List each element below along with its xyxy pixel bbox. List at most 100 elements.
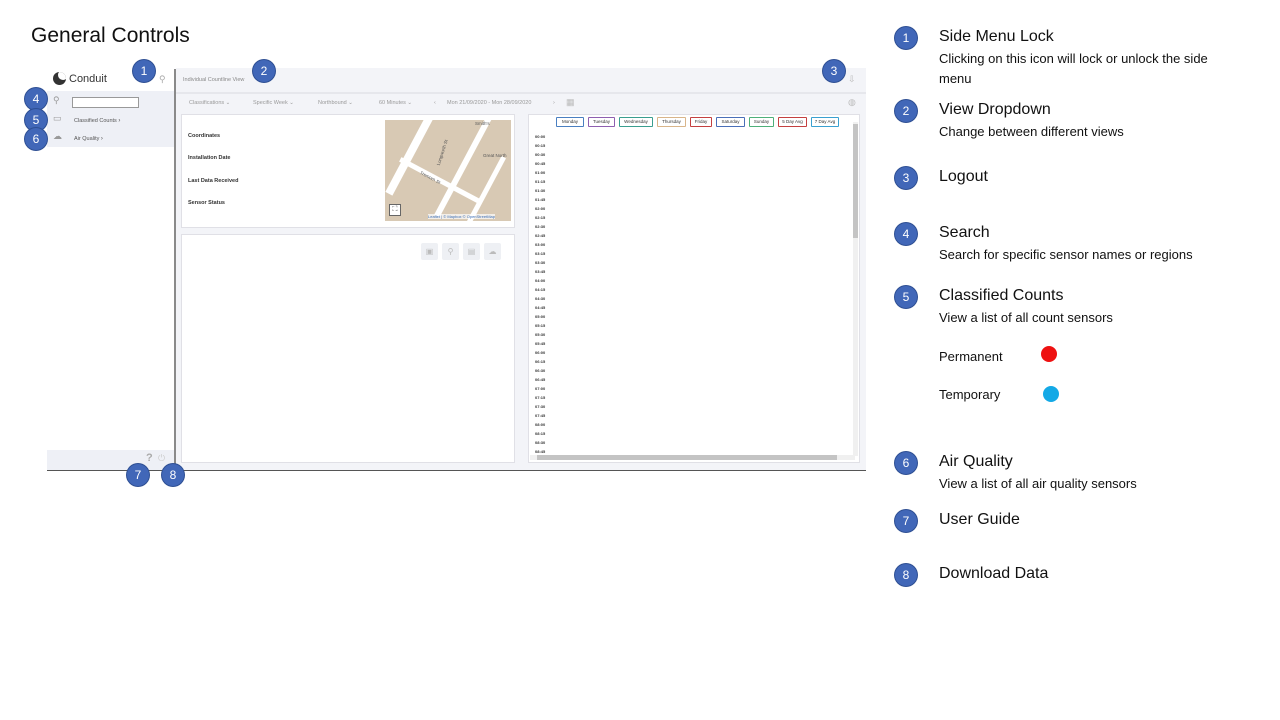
info-sensor-status: Sensor Status <box>188 200 225 206</box>
map-label: Smith's <box>475 121 490 126</box>
document-icon[interactable]: ▤ <box>463 243 480 260</box>
time-label: 07:30 <box>535 404 546 409</box>
map-label: Great North <box>483 153 507 158</box>
legend-badge-2: 2 <box>895 100 917 122</box>
filter-label: Specific Week <box>253 100 288 106</box>
sensor-map[interactable]: Longworth St Tremorn St Great North Smit… <box>385 120 511 221</box>
day-button-saturday[interactable]: Saturday <box>716 117 745 127</box>
time-label: 08:15 <box>535 431 546 436</box>
search-input[interactable] <box>72 97 139 108</box>
day-button-5-day-avg[interactable]: 5 Day Avg <box>778 117 807 127</box>
legend-title-5: Classified Counts <box>939 287 1064 304</box>
legend-title-3: Logout <box>939 168 988 185</box>
horizontal-scroll-thumb[interactable] <box>537 455 837 460</box>
time-label: 02:30 <box>535 224 546 229</box>
sidebar-item-classified-counts[interactable]: Classified Counts › <box>74 118 120 124</box>
date-next-icon[interactable]: › <box>553 100 555 106</box>
info-last-data: Last Data Received <box>188 178 239 184</box>
globe-icon[interactable]: ◍ <box>848 97 856 108</box>
legend-badge-5: 5 <box>895 286 917 308</box>
permanent-dot-icon <box>1041 346 1057 362</box>
cloud-icon: ☁ <box>53 131 62 141</box>
info-installation-date: Installation Date <box>188 155 231 161</box>
table-panel <box>528 114 860 463</box>
time-column: 00:00 00:15 00:30 00:45 01:00 01:15 01:30 01:45… <box>535 132 555 456</box>
topbar-divider <box>176 92 866 94</box>
callout-badge-1: 1 <box>133 60 155 82</box>
sidebar-item-air-quality[interactable]: Air Quality › <box>74 136 103 142</box>
sensor-type-temporary: Temporary <box>939 387 1001 402</box>
filter-classifications[interactable]: Classifications ⌄ <box>189 100 230 106</box>
time-label: 00:00 <box>535 134 546 139</box>
time-label: 03:30 <box>535 260 546 265</box>
time-label: 07:00 <box>535 386 546 391</box>
legend-title-1: Side Menu Lock <box>939 28 1054 45</box>
time-label: 05:30 <box>535 332 546 337</box>
legend-title-2: View Dropdown <box>939 101 1051 118</box>
sidebar-divider <box>174 69 176 470</box>
chevron-right-icon: › <box>118 118 121 124</box>
cloud-download-icon[interactable]: ☁ <box>484 243 501 260</box>
time-label: 05:45 <box>535 341 546 346</box>
search-icon: ⚲ <box>53 95 60 105</box>
day-button-sunday[interactable]: Sunday <box>749 117 774 127</box>
time-label: 04:30 <box>535 296 546 301</box>
time-label: 05:00 <box>535 314 546 319</box>
time-label: 06:15 <box>535 359 546 364</box>
legend-desc-4: Search for specific sensor names or regi… <box>939 247 1193 262</box>
legend-badge-4: 4 <box>895 223 917 245</box>
fullscreen-icon[interactable]: ⛶ <box>389 204 401 216</box>
help-icon[interactable]: ? <box>146 452 153 464</box>
day-button-monday[interactable]: Monday <box>556 117 584 127</box>
legend-desc-2: Change between different views <box>939 124 1124 139</box>
time-label: 01:30 <box>535 188 546 193</box>
view-dropdown[interactable]: Individual Countline View <box>183 77 244 83</box>
power-icon[interactable]: ⏻ <box>158 453 165 464</box>
temporary-dot-icon <box>1043 386 1059 402</box>
callout-badge-6: 6 <box>25 128 47 150</box>
time-label: 08:30 <box>535 440 546 445</box>
time-label: 01:00 <box>535 170 546 175</box>
time-label: 06:00 <box>535 350 546 355</box>
filter-label: Northbound <box>318 100 347 106</box>
time-label: 04:15 <box>535 287 546 292</box>
map-attribution[interactable]: Leaflet | © Mapbox © OpenStreetMap <box>428 214 495 219</box>
legend-desc-1: Clicking on this icon will lock or unloc… <box>939 51 1208 86</box>
time-label: 07:45 <box>535 413 546 418</box>
day-button-wednesday[interactable]: Wednesday <box>619 117 653 127</box>
date-prev-icon[interactable]: ‹ <box>434 100 436 106</box>
time-label: 02:45 <box>535 233 546 238</box>
day-button-7-day-avg[interactable]: 7 Day Avg <box>811 117 839 127</box>
filter-week[interactable]: Specific Week ⌄ <box>253 100 294 106</box>
logout-icon[interactable]: ⇩ <box>848 74 856 85</box>
time-label: 07:15 <box>535 395 546 400</box>
legend-badge-7: 7 <box>895 510 917 532</box>
legend-badge-3: 3 <box>895 167 917 189</box>
time-label: 03:15 <box>535 251 546 256</box>
time-label: 01:45 <box>535 197 546 202</box>
filter-label: Classifications <box>189 100 225 106</box>
vertical-scroll-thumb[interactable] <box>853 124 858 238</box>
time-label: 01:15 <box>535 179 546 184</box>
calendar-icon[interactable]: ▦ <box>566 97 575 108</box>
day-button-friday[interactable]: Friday <box>690 117 712 127</box>
legend-badge-6: 6 <box>895 452 917 474</box>
callout-badge-7: 7 <box>127 464 149 486</box>
date-range[interactable]: Mon 21/09/2020 - Mon 28/09/2020 <box>447 100 531 106</box>
filter-interval[interactable]: 60 Minutes ⌄ <box>379 100 412 106</box>
legend-title-7: User Guide <box>939 511 1020 528</box>
pin-icon[interactable]: ⚲ <box>159 74 166 85</box>
logo-text: Conduit <box>69 72 107 85</box>
zoom-icon[interactable]: ⚲ <box>442 243 459 260</box>
time-label: 02:15 <box>535 215 546 220</box>
sidebar-item-label: Classified Counts <box>74 118 117 124</box>
time-label: 05:15 <box>535 323 546 328</box>
legend-desc-5: View a list of all count sensors <box>939 310 1113 325</box>
day-button-thursday[interactable]: Thursday <box>657 117 686 127</box>
time-label: 04:00 <box>535 278 546 283</box>
day-button-tuesday[interactable]: Tuesday <box>588 117 615 127</box>
sensor-type-permanent: Permanent <box>939 349 1003 364</box>
filter-direction[interactable]: Northbound ⌄ <box>318 100 353 106</box>
time-label: 03:45 <box>535 269 546 274</box>
image-export-icon[interactable]: ▣ <box>421 243 438 260</box>
